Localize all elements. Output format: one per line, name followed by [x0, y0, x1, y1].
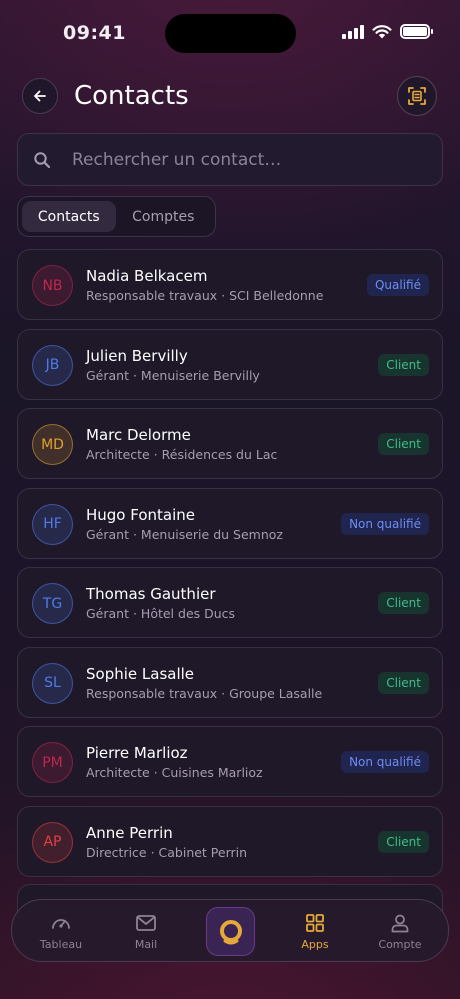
avatar: SL	[32, 662, 73, 704]
wifi-icon	[372, 25, 392, 39]
avatar: TG	[32, 583, 73, 624]
contact-name: Anne Perrin	[86, 823, 173, 842]
tab-mail[interactable]: Mail	[111, 900, 181, 963]
app-logo-button[interactable]	[206, 907, 255, 956]
arrow-left-icon	[34, 90, 46, 102]
back-button[interactable]	[22, 78, 58, 114]
tab-contacts[interactable]: Contacts	[22, 201, 116, 232]
contact-card[interactable]: JB Julien Bervilly Gérant · Menuiserie Ber…	[17, 328, 443, 400]
contact-subtitle: Gérant · Menuiserie du Semnoz	[86, 526, 283, 542]
page-title: Contacts	[74, 81, 189, 111]
avatar: PM	[32, 742, 73, 783]
search-icon	[33, 151, 51, 169]
contact-subtitle: Responsable travaux · SCI Belledonne	[86, 288, 324, 303]
tab-comptes[interactable]: Comptes	[116, 201, 212, 232]
tab-label: Compte	[378, 938, 422, 951]
status-badge: Client	[378, 433, 429, 455]
mail-icon	[136, 915, 156, 931]
contact-subtitle: Gérant · Hôtel des Ducs	[86, 606, 236, 621]
scan-card-button[interactable]	[397, 76, 437, 116]
status-bar: 09:41	[0, 0, 460, 60]
contact-name: Nadia Belkacem	[86, 267, 208, 285]
tab-apps[interactable]: Apps	[280, 900, 350, 963]
contact-subtitle: Directrice · Cabinet Perrin	[86, 844, 248, 860]
contact-name: Hugo Fontaine	[86, 505, 196, 524]
status-badge: Client	[378, 592, 429, 614]
user-icon	[391, 914, 409, 933]
contact-card[interactable]: MD Marc Delorme Architecte · Résidences du…	[17, 408, 443, 479]
contact-name: Thomas Gauthier	[86, 585, 216, 603]
scan-icon	[408, 87, 426, 105]
contact-name: Pierre Marlioz	[86, 744, 188, 762]
status-badge: Client	[378, 353, 429, 376]
status-badge: Qualifié	[366, 274, 429, 296]
contact-card[interactable]: TG Thomas Gauthier Gérant · Hôtel des Ducs…	[17, 567, 443, 638]
contact-subtitle: Responsable travaux · Groupe Lasalle	[86, 685, 323, 701]
tab-compte[interactable]: Compte	[365, 900, 435, 963]
tab-bar: Tableau Mail Apps Compte	[11, 899, 449, 962]
contact-subtitle: Architecte · Cuisines Marlioz	[86, 765, 263, 780]
battery-icon	[400, 24, 433, 39]
status-badge: Client	[378, 671, 429, 694]
gauge-icon	[52, 919, 70, 929]
contact-card[interactable]: HF Hugo Fontaine Gérant · Menuiserie du Se…	[17, 487, 443, 559]
status-icons	[342, 24, 433, 39]
contact-subtitle: Gérant · Menuiserie Bervilly	[86, 367, 260, 383]
contact-name: Julien Bervilly	[86, 346, 188, 365]
contact-subtitle: Architecte · Résidences du Lac	[86, 447, 278, 462]
contact-card[interactable]: AP Anne Perrin Directrice · Cabinet Perrin…	[17, 805, 443, 877]
status-badge: Non qualifié	[341, 751, 429, 773]
contact-name: Sophie Lasalle	[86, 664, 195, 683]
contact-name: Marc Delorme	[86, 426, 191, 444]
avatar: JB	[32, 344, 73, 386]
search-input[interactable]	[72, 149, 392, 170]
status-badge: Client	[378, 830, 429, 853]
tab-label: Tableau	[39, 938, 83, 951]
tab-tableau[interactable]: Tableau	[26, 900, 96, 963]
contact-card[interactable]: SL Sophie Lasalle Responsable travaux · Gr…	[17, 646, 443, 718]
avatar: NB	[32, 265, 73, 306]
tab-label: Apps	[301, 938, 329, 951]
avatar: AP	[32, 821, 73, 863]
signal-icon	[342, 24, 364, 39]
avatar: HF	[32, 503, 73, 545]
dynamic-island	[165, 14, 296, 53]
status-time: 09:41	[63, 22, 126, 44]
avatar: MD	[32, 424, 73, 465]
header: Contacts	[22, 76, 440, 116]
tab-label: Mail	[134, 938, 158, 951]
app-logo-icon	[219, 919, 242, 944]
status-badge: Non qualifié	[341, 512, 429, 535]
grid-icon	[306, 914, 324, 932]
search-bar[interactable]	[17, 133, 443, 186]
contact-card[interactable]: NB Nadia Belkacem Responsable travaux · SC…	[17, 249, 443, 320]
segmented-control: Contacts Comptes	[17, 196, 216, 237]
contact-card[interactable]: PM Pierre Marlioz Architecte · Cuisines Ma…	[17, 726, 443, 797]
